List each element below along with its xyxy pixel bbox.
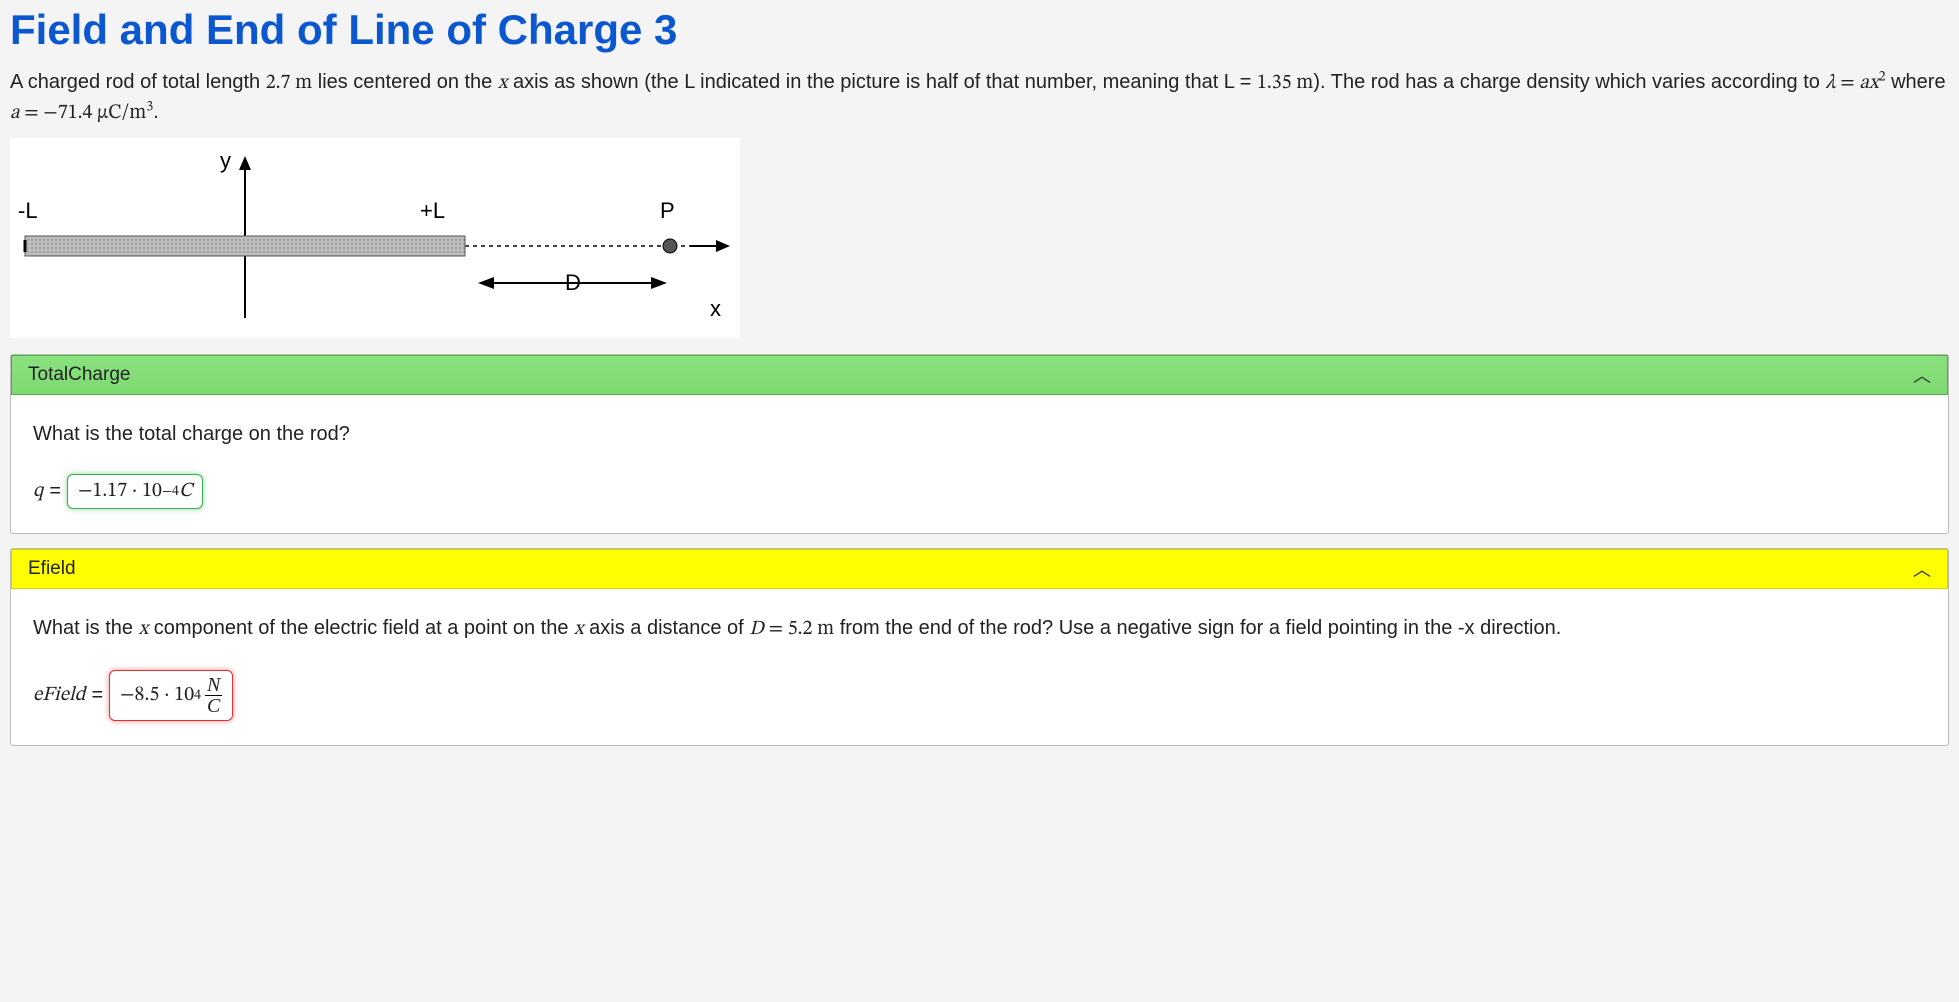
total-charge-answer-box[interactable]: −1.17 · 10−4 C xyxy=(67,474,203,509)
total-charge-answer: q = −1.17 · 10−4 C xyxy=(33,474,1926,509)
eq: = xyxy=(20,103,44,123)
answer-mantissa: −1.17 · 10 xyxy=(78,479,162,504)
section-efield: Efield ︿ What is the x component of the … xyxy=(10,548,1949,746)
x-var: x xyxy=(574,619,584,639)
total-length-value: 2.7 m xyxy=(266,73,312,93)
text: axis a distance of xyxy=(584,617,750,639)
page-title: Field and End of Line of Charge 3 xyxy=(10,6,1949,54)
rod-diagram: y x -L +L P D xyxy=(10,138,740,338)
text: axis as shown (the L indicated in the pi… xyxy=(507,71,1257,93)
answer-unit: C xyxy=(179,479,192,504)
section-title: Efield xyxy=(28,558,76,580)
x-var: x xyxy=(139,619,149,639)
y-axis-label: y xyxy=(220,148,231,173)
x-var: x xyxy=(1869,73,1879,93)
total-charge-question: What is the total charge on the rod? xyxy=(33,423,1926,446)
half-length-value: 1.35 m xyxy=(1257,73,1313,93)
efield-var: eField xyxy=(33,683,85,708)
minus-L-label: -L xyxy=(18,198,38,223)
x-axis-label: x xyxy=(710,296,721,321)
D-value: 5.2 m xyxy=(788,619,834,639)
section-header-efield[interactable]: Efield ︿ xyxy=(11,549,1948,589)
text: A charged rod of total length xyxy=(10,71,266,93)
text: . xyxy=(153,101,159,123)
unit-denominator: C xyxy=(205,696,222,716)
section-header-total-charge[interactable]: TotalCharge ︿ xyxy=(11,355,1948,395)
efield-answer-box[interactable]: −8.5 · 104 N C xyxy=(109,670,233,721)
eq: = xyxy=(91,684,103,707)
D-var: D xyxy=(749,619,764,639)
text: component of the electric field at a poi… xyxy=(148,617,574,639)
answer-mantissa: −8.5 · 10 xyxy=(120,683,194,708)
section-total-charge: TotalCharge ︿ What is the total charge o… xyxy=(10,354,1949,534)
efield-question: What is the x component of the electric … xyxy=(33,617,1926,642)
text: from the end of the rod? Use a negative … xyxy=(834,617,1561,639)
distance-D-label: D xyxy=(565,270,581,295)
chevron-up-icon: ︿ xyxy=(1913,362,1931,388)
a-value: −71.4 μC/m xyxy=(43,103,146,123)
q-var: q xyxy=(33,479,43,504)
unit-fraction: N C xyxy=(205,675,222,716)
a-var: a xyxy=(10,103,20,123)
section-title: TotalCharge xyxy=(28,364,130,386)
section-body-total-charge: What is the total charge on the rod? q =… xyxy=(11,395,1948,533)
eq: = xyxy=(764,619,788,639)
chevron-up-icon: ︿ xyxy=(1913,556,1931,582)
section-body-efield: What is the x component of the electric … xyxy=(11,589,1948,745)
plus-L-label: +L xyxy=(420,198,445,223)
unit-numerator: N xyxy=(205,675,222,696)
point-P-label: P xyxy=(660,198,675,223)
efield-answer: eField = −8.5 · 104 N C xyxy=(33,670,1926,721)
problem-statement: A charged rod of total length 2.7 m lies… xyxy=(10,68,1949,128)
eq: = xyxy=(1836,73,1860,93)
text: ). The rod has a charge density which va… xyxy=(1313,71,1825,93)
exponent: 2 xyxy=(1879,70,1886,84)
a-var: a xyxy=(1859,73,1869,93)
eq: = xyxy=(49,480,61,503)
text: lies centered on the xyxy=(312,71,498,93)
text: What is the xyxy=(33,617,139,639)
text: where xyxy=(1886,71,1946,93)
lambda-var: λ xyxy=(1825,73,1835,93)
